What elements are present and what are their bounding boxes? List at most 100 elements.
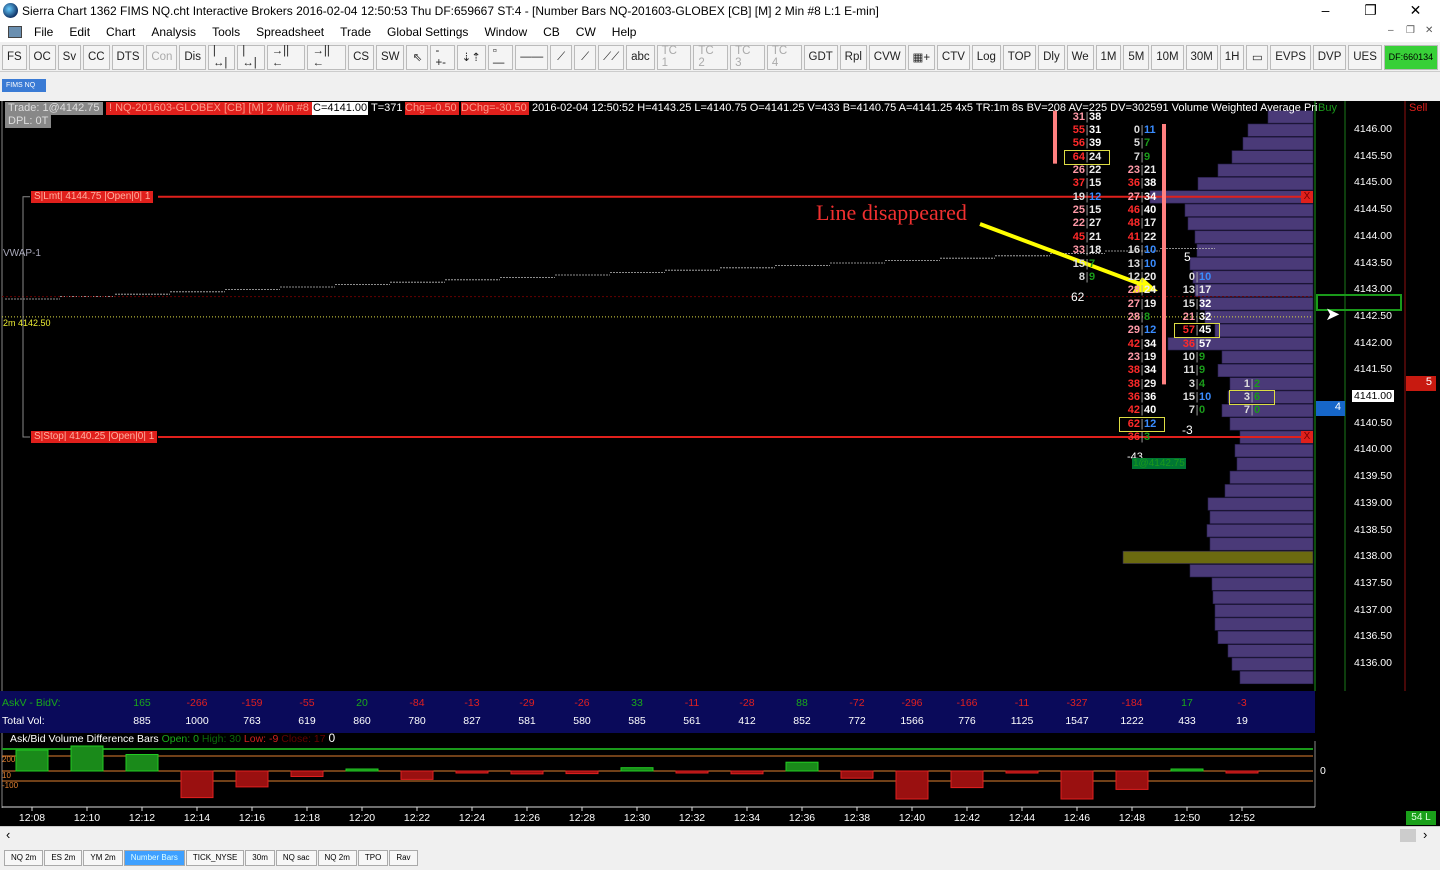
chart-area[interactable]: S|Lmt| 4144.75 |Open|0| 1 X S|Stop| 4140.2… bbox=[0, 101, 1440, 826]
chart-menu-icon[interactable] bbox=[8, 26, 22, 38]
menu-chart[interactable]: Chart bbox=[98, 25, 143, 39]
toolbar-button[interactable]: ▦+ bbox=[907, 44, 935, 70]
toolbar-button[interactable]: ▭ bbox=[1246, 44, 1269, 70]
toolbar-button[interactable]: DVP bbox=[1312, 44, 1347, 70]
toolbar-button[interactable]: 5M bbox=[1123, 44, 1150, 70]
toolbar-button[interactable]: →||← bbox=[266, 44, 306, 70]
toolbar-button[interactable]: ⟋⟋ bbox=[598, 44, 625, 70]
close-button[interactable]: ✕ bbox=[1393, 0, 1438, 22]
bid-volume: 38 bbox=[1127, 364, 1140, 377]
toolbar-button[interactable]: CTV bbox=[936, 44, 970, 70]
toolbar-button[interactable]: 30M bbox=[1185, 44, 1218, 70]
chart-tab[interactable]: ES 2m bbox=[44, 850, 83, 866]
toolbar-button[interactable]: UES bbox=[1348, 44, 1382, 70]
toolbar-button[interactable]: Sv bbox=[57, 44, 82, 70]
menu-tools[interactable]: Tools bbox=[204, 25, 248, 39]
chart-tab[interactable]: Rav bbox=[389, 850, 418, 866]
toolbar-button[interactable]: Log bbox=[971, 44, 1001, 70]
delta-bar bbox=[1005, 770, 1039, 774]
scroll-thumb[interactable] bbox=[1400, 829, 1416, 842]
scroll-left-icon[interactable]: ‹ bbox=[6, 827, 10, 842]
time-axis-label: 12:20 bbox=[348, 812, 376, 824]
toolbar-button[interactable]: CC bbox=[83, 44, 110, 70]
stop-order-label[interactable]: S|Stop| 4140.25 |Open|0| 1 bbox=[31, 431, 158, 444]
chart-tab[interactable]: TICK_NYSE bbox=[185, 850, 245, 866]
toolbar-button[interactable]: ⟋ bbox=[550, 44, 573, 70]
toolbar-button[interactable]: TOP bbox=[1002, 44, 1037, 70]
toolbar-button[interactable]: DF:660134 bbox=[1383, 44, 1439, 70]
chart-tab[interactable]: NQ 2m bbox=[4, 850, 44, 866]
minimize-button[interactable]: – bbox=[1303, 0, 1348, 22]
toolbar-button[interactable]: SW bbox=[376, 44, 405, 70]
delta-bar bbox=[345, 768, 379, 772]
chart-window-tab[interactable]: FIMS NQ bbox=[2, 79, 46, 92]
toolbar-button[interactable]: 1H bbox=[1219, 44, 1245, 70]
chart-tab[interactable]: Number Bars bbox=[123, 850, 185, 866]
menu-global-settings[interactable]: Global Settings bbox=[379, 25, 476, 39]
menu-edit[interactable]: Edit bbox=[61, 25, 98, 39]
menu-file[interactable]: File bbox=[26, 25, 61, 39]
maximize-button[interactable]: ❐ bbox=[1348, 0, 1393, 22]
toolbar-button[interactable]: TC 2 bbox=[693, 44, 729, 70]
toolbar-button[interactable]: EVPS bbox=[1270, 44, 1311, 70]
close-info: C=4141.00 bbox=[312, 102, 369, 115]
toolbar-button[interactable]: OC bbox=[28, 44, 56, 70]
toolbar-button[interactable]: -+- bbox=[430, 44, 455, 70]
chart-tab[interactable]: NQ 2m bbox=[317, 850, 357, 866]
toolbar-button[interactable]: CS bbox=[348, 44, 375, 70]
chart-tab[interactable]: YM 2m bbox=[83, 850, 123, 866]
dom-bid-size[interactable]: 4 bbox=[1316, 401, 1345, 416]
mdi-restore-icon[interactable]: ❐ bbox=[1406, 25, 1415, 36]
toolbar-button[interactable]: |↔| bbox=[207, 44, 236, 70]
horizontal-scrollbar[interactable]: ‹ › bbox=[0, 826, 1440, 844]
menu-window[interactable]: Window bbox=[476, 25, 535, 39]
toolbar-button[interactable]: DTS bbox=[111, 44, 145, 70]
menu-spreadsheet[interactable]: Spreadsheet bbox=[248, 25, 332, 39]
menu-analysis[interactable]: Analysis bbox=[143, 25, 204, 39]
toolbar-button[interactable]: Dly bbox=[1038, 44, 1065, 70]
toolbar-button[interactable]: 1M bbox=[1095, 44, 1122, 70]
chart-tab[interactable]: NQ sac bbox=[275, 850, 317, 866]
menu-trade[interactable]: Trade bbox=[332, 25, 379, 39]
time-axis-label: 12:38 bbox=[843, 812, 871, 824]
menu-cw[interactable]: CW bbox=[568, 25, 604, 39]
chart-tabs: NQ 2m ES 2m YM 2m Number Bars TICK_NYSE 30m NQ… bbox=[0, 848, 1440, 870]
chart-tab[interactable]: 30m bbox=[245, 850, 275, 866]
toolbar-button[interactable]: We bbox=[1066, 44, 1094, 70]
toolbar-button[interactable]: Con bbox=[146, 44, 178, 70]
limit-order-label[interactable]: S|Lmt| 4144.75 |Open|0| 1 bbox=[31, 190, 154, 203]
toolbar-button[interactable]: TC 4 bbox=[766, 44, 802, 70]
ask-volume: 15 bbox=[1089, 177, 1102, 190]
toolbar-button[interactable]: |↔| bbox=[237, 44, 265, 70]
toolbar-button[interactable]: TC 3 bbox=[730, 44, 765, 70]
scroll-right-icon[interactable]: › bbox=[1423, 827, 1427, 842]
mdi-minimize-icon[interactable]: – bbox=[1388, 25, 1394, 36]
number-bar-cell: 3|6 bbox=[1229, 390, 1275, 405]
toolbar-button[interactable]: ⟋ bbox=[574, 44, 597, 70]
toolbar-button[interactable]: ⇖ bbox=[406, 44, 429, 70]
toolbar-button[interactable]: TC 1 bbox=[656, 44, 692, 70]
toolbar-button[interactable]: →||← bbox=[307, 44, 347, 70]
toolbar-button[interactable]: ⇣⇡ bbox=[456, 44, 486, 70]
toolbar-button[interactable]: GDT bbox=[803, 44, 838, 70]
chart-tab[interactable]: TPO bbox=[357, 850, 389, 866]
dom-ask-size[interactable]: 5 bbox=[1406, 376, 1436, 391]
toolbar-button[interactable]: CVW bbox=[868, 44, 906, 70]
stop-order-cancel-button[interactable]: X bbox=[1301, 431, 1313, 444]
mdi-close-icon[interactable]: ✕ bbox=[1425, 25, 1433, 36]
toolbar-button[interactable]: Dis bbox=[179, 44, 206, 70]
time-axis-label: 12:22 bbox=[403, 812, 431, 824]
toolbar-button[interactable]: —— bbox=[515, 44, 549, 70]
ask-volume: 12 bbox=[1089, 190, 1102, 203]
total-vol-value: 619 bbox=[298, 715, 316, 727]
limit-order-cancel-button[interactable]: X bbox=[1301, 190, 1313, 203]
toolbar-button[interactable]: ▫— bbox=[487, 44, 514, 70]
toolbar-button[interactable]: Rpl bbox=[839, 44, 867, 70]
askbid-value: 33 bbox=[631, 697, 643, 709]
toolbar-button[interactable]: abc bbox=[626, 44, 655, 70]
toolbar-button[interactable]: FS bbox=[2, 44, 27, 70]
toolbar-button[interactable]: 10M bbox=[1151, 44, 1184, 70]
menu-help[interactable]: Help bbox=[604, 25, 645, 39]
bid-volume: 41 bbox=[1127, 230, 1140, 243]
menu-cb[interactable]: CB bbox=[535, 25, 568, 39]
